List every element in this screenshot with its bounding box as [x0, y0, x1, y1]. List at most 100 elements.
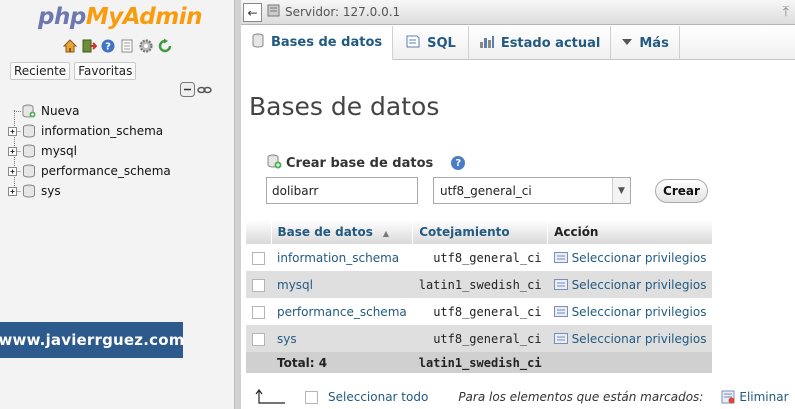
- arrow-up-icon: [255, 389, 285, 405]
- server-icon: [267, 4, 280, 20]
- row-checkbox[interactable]: [252, 278, 265, 292]
- table-row: sys utf8_general_ci Seleccionar privileg…: [246, 325, 713, 352]
- tree-item-sys[interactable]: sys: [8, 181, 171, 201]
- tab-status[interactable]: Estado actual: [469, 26, 612, 60]
- action-label: Seleccionar privilegios: [571, 304, 707, 319]
- panel-resize-handle[interactable]: [234, 0, 241, 409]
- gear-icon[interactable]: [138, 38, 154, 54]
- nav-icon-bar: ?: [62, 38, 173, 54]
- tree-item-label: Nueva: [41, 104, 80, 118]
- page-title: Bases de datos: [249, 92, 440, 121]
- row-checkbox[interactable]: [252, 305, 265, 319]
- header-checkbox-cell: [246, 220, 272, 244]
- expand-icon[interactable]: [8, 185, 21, 198]
- delete-icon: [721, 390, 735, 404]
- row-checkbox[interactable]: [252, 251, 265, 265]
- database-tree: Nueva information_schema mysql performan…: [8, 101, 171, 201]
- collation-selected-value: utf8_general_ci: [440, 183, 532, 198]
- documentation-icon[interactable]: [119, 38, 135, 54]
- database-link[interactable]: information_schema: [277, 251, 399, 265]
- sort-ascending-icon: ▲: [382, 229, 390, 238]
- database-link[interactable]: sys: [277, 332, 297, 346]
- delete-label: Eliminar: [739, 390, 789, 404]
- collapse-all-icon[interactable]: [180, 82, 195, 100]
- check-privileges-link[interactable]: Seleccionar privilegios: [553, 332, 706, 346]
- home-icon[interactable]: [62, 38, 78, 54]
- database-name-cell: information_schema: [271, 244, 413, 271]
- help-icon[interactable]: ?: [451, 156, 466, 170]
- svg-text:?: ?: [105, 42, 111, 53]
- header-action: Acción: [547, 220, 713, 244]
- database-name-input[interactable]: [266, 177, 418, 204]
- privileges-icon: [553, 279, 568, 290]
- tab-databases[interactable]: Bases de datos: [241, 26, 394, 60]
- row-checkbox-cell: [246, 325, 271, 352]
- collation-cell: latin1_swedish_ci: [412, 271, 548, 298]
- select-all-label[interactable]: Seleccionar todo: [328, 390, 428, 404]
- expand-icon[interactable]: [8, 145, 21, 158]
- header-label: Cotejamiento: [419, 225, 510, 239]
- tree-item-performance-schema[interactable]: performance_schema: [8, 161, 171, 181]
- row-checkbox-cell: [246, 271, 271, 298]
- status-icon: [479, 34, 495, 53]
- database-name-cell: mysql: [271, 271, 413, 298]
- database-name-cell: sys: [271, 325, 413, 352]
- action-label: Seleccionar privilegios: [571, 277, 707, 292]
- database-icon: [22, 144, 36, 158]
- database-name-cell: performance_schema: [271, 298, 413, 325]
- help-docs-icon[interactable]: ?: [100, 38, 116, 54]
- database-link[interactable]: mysql: [277, 278, 313, 292]
- check-privileges-link[interactable]: Seleccionar privilegios: [553, 304, 707, 319]
- navigation-panel: phpMyAdmin ? Reciente Favoritas Nueva in…: [0, 0, 234, 409]
- tree-connector: [8, 105, 21, 118]
- table-row: performance_schema utf8_general_ci Selec…: [246, 298, 713, 325]
- collation-select[interactable]: utf8_general_ci ▼: [433, 177, 631, 204]
- collapse-header-icon[interactable]: ⤒: [783, 4, 789, 20]
- check-privileges-link[interactable]: Seleccionar privilegios: [553, 250, 707, 265]
- row-checkbox[interactable]: [252, 332, 265, 346]
- action-label: Seleccionar privilegios: [571, 250, 707, 265]
- databases-table: Base de datos ▲ Cotejamiento Acción infor…: [246, 220, 713, 373]
- database-link[interactable]: performance_schema: [277, 305, 407, 319]
- chevron-down-icon[interactable]: ▼: [612, 178, 630, 203]
- action-cell: Seleccionar privilegios: [547, 325, 713, 352]
- logout-icon[interactable]: [81, 38, 97, 54]
- header-database-name[interactable]: Base de datos ▲: [271, 220, 414, 244]
- back-arrow-icon[interactable]: ←: [243, 3, 262, 22]
- marked-items-label: Para los elementos que están marcados:: [458, 390, 704, 404]
- select-all-checkbox[interactable]: [305, 390, 318, 404]
- tab-sql[interactable]: SQL: [393, 26, 469, 60]
- privileges-icon: [553, 333, 568, 344]
- tree-item-label: performance_schema: [41, 164, 171, 178]
- tab-label: Estado actual: [500, 35, 601, 51]
- tree-item-new[interactable]: Nueva: [8, 101, 171, 121]
- header-collation[interactable]: Cotejamiento: [412, 220, 549, 244]
- tab-more[interactable]: Más: [611, 26, 680, 60]
- reload-icon[interactable]: [157, 38, 173, 54]
- total-label: Total: 4: [271, 352, 413, 373]
- link-icon[interactable]: [197, 84, 212, 98]
- tree-item-mysql[interactable]: mysql: [8, 141, 171, 161]
- tree-controls: [180, 82, 212, 100]
- expand-icon[interactable]: [8, 125, 21, 138]
- table-header-row: Base de datos ▲ Cotejamiento Acción: [246, 220, 713, 244]
- expand-icon[interactable]: [8, 165, 21, 178]
- recent-tab[interactable]: Reciente: [10, 62, 71, 80]
- tree-item-label: sys: [41, 184, 61, 198]
- new-database-icon: [22, 104, 36, 118]
- check-privileges-link[interactable]: Seleccionar privilegios: [553, 277, 707, 292]
- database-icon: [22, 164, 36, 178]
- bulk-actions-bar: Seleccionar todo Para los elementos que …: [255, 387, 795, 407]
- tree-item-information-schema[interactable]: information_schema: [8, 121, 171, 141]
- favorites-tab[interactable]: Favoritas: [74, 62, 137, 80]
- table-row: mysql latin1_swedish_ci Seleccionar priv…: [246, 271, 713, 298]
- database-icon: [22, 184, 36, 198]
- server-breadcrumb[interactable]: Servidor: 127.0.0.1: [267, 4, 400, 20]
- collation-cell: utf8_general_ci: [412, 244, 548, 271]
- phpmyadmin-logo[interactable]: phpMyAdmin: [38, 4, 202, 30]
- create-button[interactable]: Crear: [655, 179, 708, 203]
- main-tabs: Bases de datos SQL Estado actual Más: [241, 26, 795, 60]
- tree-item-label: information_schema: [41, 124, 164, 138]
- delete-button[interactable]: Eliminar: [721, 390, 789, 404]
- create-database-label: Crear base de datos: [286, 155, 434, 171]
